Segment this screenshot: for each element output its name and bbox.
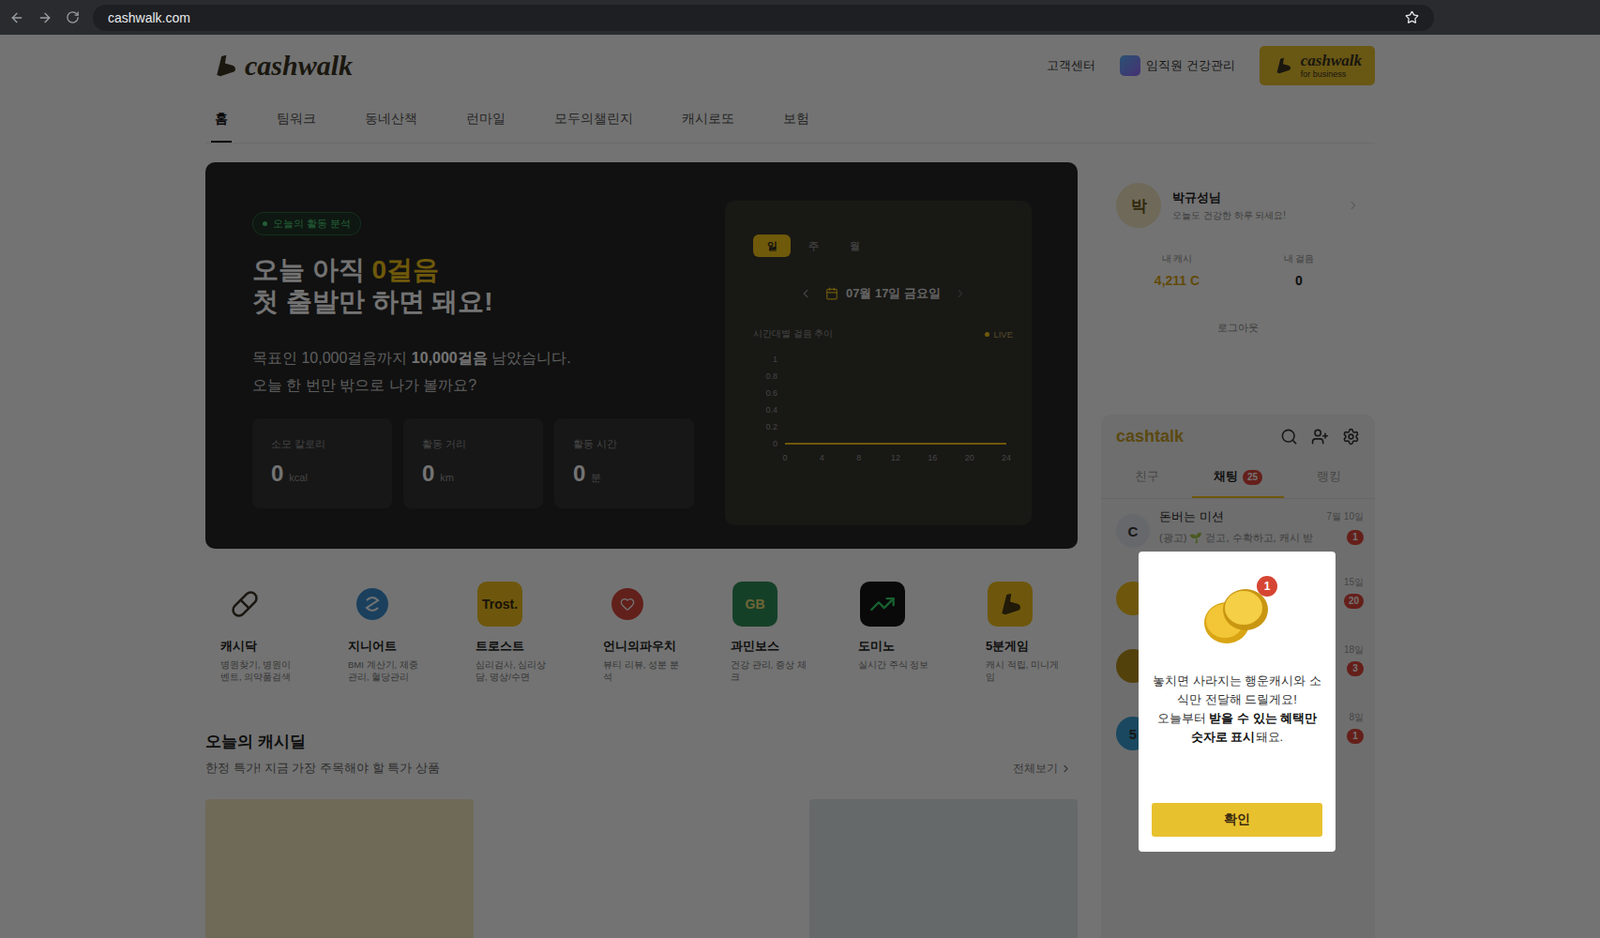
forward-icon[interactable] <box>37 10 53 26</box>
confirm-button[interactable]: 확인 <box>1151 802 1323 837</box>
coin-badge: 1 <box>1256 575 1278 597</box>
notice-popup: 1 놓치면 사라지는 행운캐시와 소식만 전달해 드릴게요!오늘부터 받을 수 있… <box>1138 551 1336 852</box>
url-text: cashwalk.com <box>107 10 1396 26</box>
coin-icon: 1 <box>1196 575 1278 650</box>
page: cashwalk.com cashwalk고객센터임직원 건강관리cashwalk… <box>0 0 1600 938</box>
reload-icon[interactable] <box>65 10 80 25</box>
site: cashwalk고객센터임직원 건강관리cashwalkfor business… <box>0 34 1600 938</box>
star-icon[interactable] <box>1404 10 1419 25</box>
address-bar[interactable]: cashwalk.com <box>92 4 1434 31</box>
browser-bar: cashwalk.com <box>0 0 1600 35</box>
modal-overlay[interactable] <box>0 34 1600 938</box>
popup-message: 놓치면 사라지는 행운캐시와 소식만 전달해 드릴게요!오늘부터 받을 수 있는… <box>1151 671 1323 748</box>
back-icon[interactable] <box>9 10 25 26</box>
